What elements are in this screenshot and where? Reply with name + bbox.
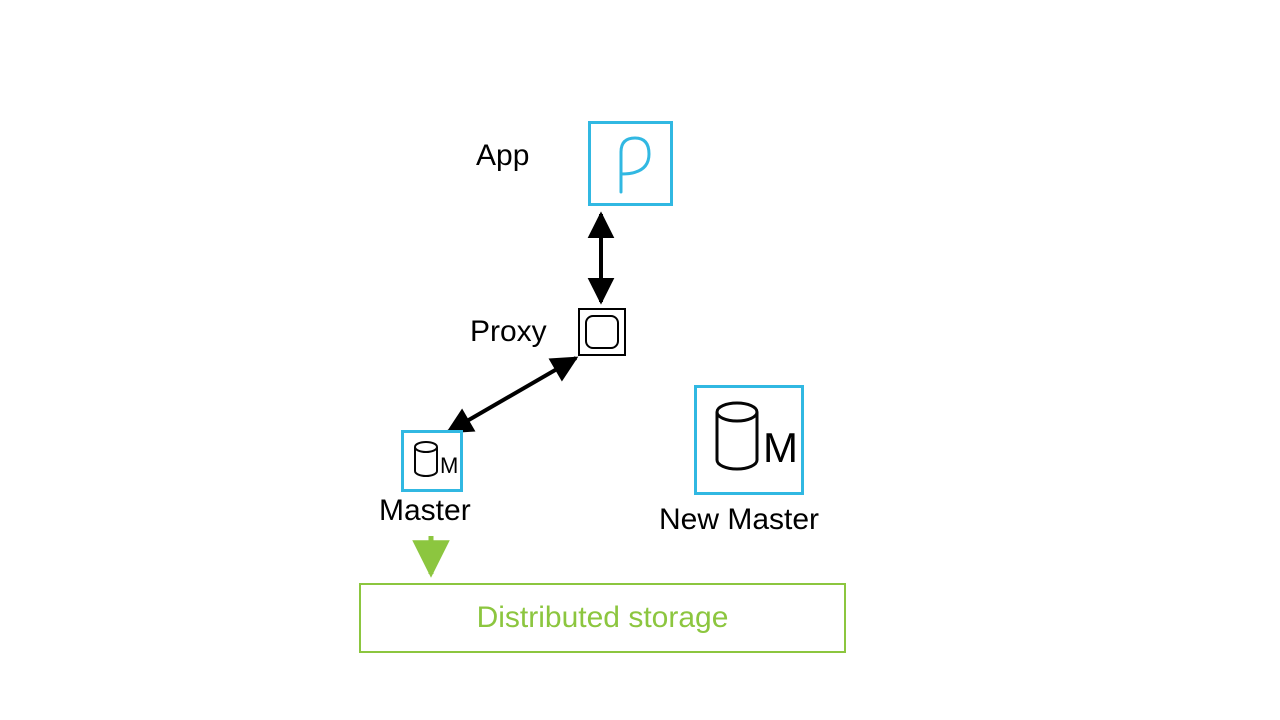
storage-label: Distributed storage bbox=[477, 601, 729, 635]
diagram-stage: App Proxy M bbox=[0, 0, 1280, 720]
storage-node: Distributed storage bbox=[359, 583, 846, 653]
